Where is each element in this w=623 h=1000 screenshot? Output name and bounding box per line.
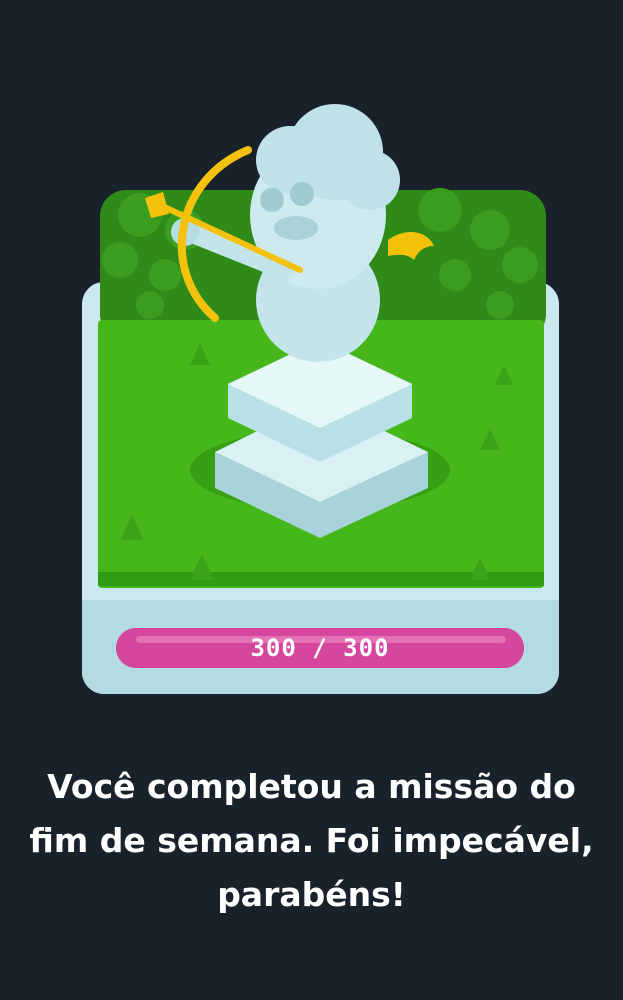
reward-card: 300 / 300 — [0, 0, 623, 720]
progress-bar: 300 / 300 — [116, 628, 524, 668]
cupid-statue-icon — [102, 104, 538, 580]
progress-label: 300 / 300 — [250, 634, 390, 662]
completion-message: Você completou a missão do fim de semana… — [29, 767, 594, 914]
